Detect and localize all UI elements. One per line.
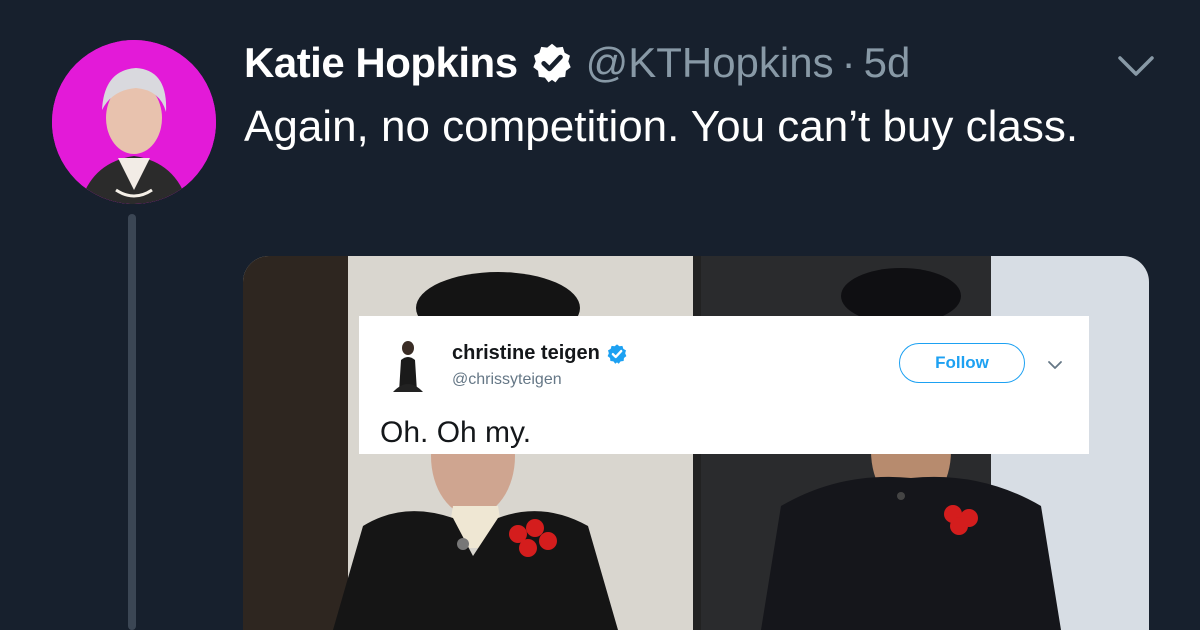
tweet-text: Again, no competition. You can’t buy cla… [244, 102, 1079, 151]
handle[interactable]: @KTHopkins [586, 39, 834, 87]
separator: · [841, 39, 856, 86]
embed-tweet-text: Oh. Oh my. [380, 416, 532, 449]
avatar[interactable] [52, 40, 216, 204]
embed-avatar[interactable] [385, 336, 431, 392]
chevron-down-icon[interactable] [1116, 52, 1156, 80]
embed-display-name[interactable]: christine teigen [452, 342, 600, 365]
chevron-down-icon[interactable] [1047, 360, 1063, 370]
tweet-header: Katie Hopkins @KTHopkins · 5d [244, 38, 910, 88]
embedded-tweet-card[interactable]: christine teigen @chrissyteigen Follow O… [359, 316, 1089, 454]
embed-header: christine teigen [452, 342, 628, 365]
timestamp[interactable]: 5d [864, 39, 911, 87]
display-name[interactable]: Katie Hopkins [244, 39, 518, 87]
avatar-portrait [52, 40, 216, 204]
embed-handle[interactable]: @chrissyteigen [452, 371, 562, 389]
thread-connector-line [128, 214, 136, 630]
follow-button[interactable]: Follow [899, 343, 1025, 383]
verified-badge-icon [532, 43, 571, 83]
verified-badge-icon [607, 343, 627, 364]
